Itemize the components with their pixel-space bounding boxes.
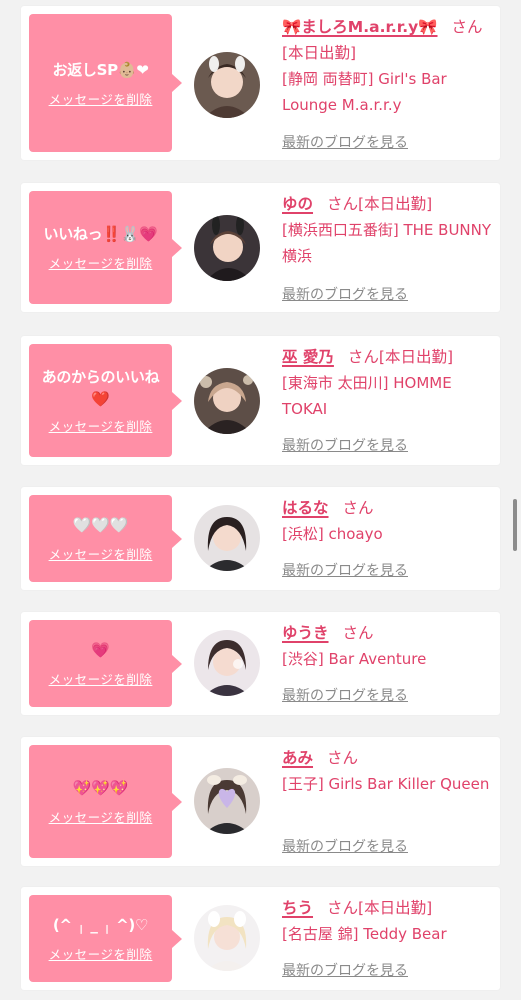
user-name-link[interactable]: ゆうき (282, 624, 329, 642)
avatar-photo-icon (194, 505, 260, 571)
avatar-photo-icon (194, 52, 260, 118)
user-name-link[interactable]: はるな (282, 499, 329, 517)
message-bubble: お返しSP👶🏼❤ メッセージを削除 (29, 14, 182, 152)
shop-label: [横浜西口五番街] THE BUNNY横浜 (282, 221, 492, 265)
user-info: ゆの さん[本日出勤] [横浜西口五番街] THE BUNNY横浜 (282, 191, 494, 269)
avatar[interactable] (194, 368, 260, 434)
message-bubble: (^ ╷ _ ╷ ^)♡ メッセージを削除 (29, 895, 182, 982)
message-text: 💗 (91, 641, 110, 659)
user-info: ゆうき さん [渋谷] Bar Aventure (282, 620, 494, 672)
status-label: [本日出勤] (378, 348, 454, 366)
latest-blog-link[interactable]: 最新のブログを見る (282, 435, 408, 455)
list-item: 🤍🤍🤍 メッセージを削除 はるな さん [浜松] choayo 最新のブログを見る (21, 487, 500, 590)
avatar[interactable] (194, 630, 260, 696)
status-label: [本日出勤] (282, 44, 357, 62)
avatar-photo-icon (194, 630, 260, 696)
delete-message-link[interactable]: メッセージを削除 (49, 253, 153, 272)
latest-blog-link[interactable]: 最新のブログを見る (282, 685, 408, 705)
shop-label: [東海市 太田川] HOMME TOKAI (282, 374, 452, 418)
message-text: あのからのいいね (41, 368, 160, 386)
user-name-link[interactable]: ゆの (282, 195, 313, 213)
avatar-photo-icon (194, 768, 260, 834)
status-label: [本日出勤] (358, 899, 433, 917)
message-text: いいねっ‼️🐰💗 (43, 225, 158, 243)
honorific: さん (451, 18, 483, 36)
user-info: あみ さん [王子] Girls Bar Killer Queen (282, 745, 494, 797)
user-info: 🎀ましろM.a.r.r.y🎀 さん [本日出勤] [静岡 両替町] Girl's … (282, 14, 494, 118)
message-text: お返しSP👶🏼❤ (52, 60, 149, 79)
list-item: (^ ╷ _ ╷ ^)♡ メッセージを削除 ちう さん[本日出勤] [名古屋 錦]… (21, 887, 500, 990)
list-item: 💗 メッセージを削除 ゆうき さん [渋谷] Bar Aventure 最新のブロ… (21, 612, 500, 715)
avatar[interactable] (194, 215, 260, 281)
list-item: あのからのいいね ❤️ メッセージを削除 巫 愛乃 さん[本日出勤] [東海市 太… (21, 336, 500, 465)
honorific: さん (347, 348, 379, 366)
honorific: さん (342, 499, 374, 517)
user-name-link[interactable]: ちう (282, 899, 313, 917)
user-name-link[interactable]: あみ (282, 749, 313, 767)
list-item: お返しSP👶🏼❤ メッセージを削除 🎀ましろM.a.r.r.y🎀 さん [本日出勤… (21, 6, 500, 160)
avatar-photo-icon (194, 368, 260, 434)
avatar[interactable] (194, 768, 260, 834)
avatar[interactable] (194, 505, 260, 571)
shop-label: [浜松] choayo (282, 525, 383, 543)
message-text: 🤍🤍🤍 (72, 516, 129, 534)
delete-message-link[interactable]: メッセージを削除 (49, 544, 153, 563)
message-bubble: 💗 メッセージを削除 (29, 620, 182, 707)
message-bubble: あのからのいいね ❤️ メッセージを削除 (29, 344, 182, 457)
user-name-link[interactable]: 🎀ましろM.a.r.r.y🎀 (282, 18, 438, 36)
message-list: お返しSP👶🏼❤ メッセージを削除 🎀ましろM.a.r.r.y🎀 さん [本日出勤… (0, 0, 521, 1000)
user-info: 巫 愛乃 さん[本日出勤] [東海市 太田川] HOMME TOKAI (282, 344, 494, 422)
honorific: さん (327, 899, 359, 917)
honorific: さん (327, 195, 359, 213)
honorific: さん (342, 624, 374, 642)
honorific: さん (327, 749, 359, 767)
user-info: はるな さん [浜松] choayo (282, 495, 494, 547)
scrollbar[interactable] (513, 499, 517, 551)
shop-label: [渋谷] Bar Aventure (282, 650, 427, 668)
message-bubble: 💖💖💖 メッセージを削除 (29, 745, 182, 858)
message-text: 💖💖💖 (72, 779, 129, 797)
message-text: (^ ╷ _ ╷ ^)♡ (52, 916, 149, 934)
message-emoji: ❤️ (91, 390, 110, 408)
latest-blog-link[interactable]: 最新のブログを見る (282, 960, 408, 980)
avatar-photo-icon (194, 215, 260, 281)
avatar[interactable] (194, 905, 260, 971)
latest-blog-link[interactable]: 最新のブログを見る (282, 132, 408, 152)
latest-blog-link[interactable]: 最新のブログを見る (282, 836, 408, 856)
status-label: [本日出勤] (358, 195, 433, 213)
list-item: いいねっ‼️🐰💗 メッセージを削除 ゆの さん[本日出勤] [横浜西口五番街] T… (21, 183, 500, 312)
shop-label: [静岡 両替町] Girl's Bar Lounge M.a.r.r.y (282, 70, 447, 114)
delete-message-link[interactable]: メッセージを削除 (49, 416, 153, 435)
delete-message-link[interactable]: メッセージを削除 (49, 807, 153, 826)
avatar-photo-icon (194, 905, 260, 971)
message-bubble: いいねっ‼️🐰💗 メッセージを削除 (29, 191, 182, 304)
latest-blog-link[interactable]: 最新のブログを見る (282, 284, 408, 304)
message-bubble: 🤍🤍🤍 メッセージを削除 (29, 495, 182, 582)
user-info: ちう さん[本日出勤] [名古屋 錦] Teddy Bear (282, 895, 494, 947)
user-name-link[interactable]: 巫 愛乃 (282, 348, 334, 366)
delete-message-link[interactable]: メッセージを削除 (49, 89, 153, 108)
avatar[interactable] (194, 52, 260, 118)
list-item: 💖💖💖 メッセージを削除 あみ さん [王子] Girls Bar Killer … (21, 737, 500, 866)
delete-message-link[interactable]: メッセージを削除 (49, 669, 153, 688)
delete-message-link[interactable]: メッセージを削除 (49, 944, 153, 963)
shop-label: [名古屋 錦] Teddy Bear (282, 925, 447, 943)
latest-blog-link[interactable]: 最新のブログを見る (282, 560, 408, 580)
shop-label: [王子] Girls Bar Killer Queen (282, 775, 490, 793)
